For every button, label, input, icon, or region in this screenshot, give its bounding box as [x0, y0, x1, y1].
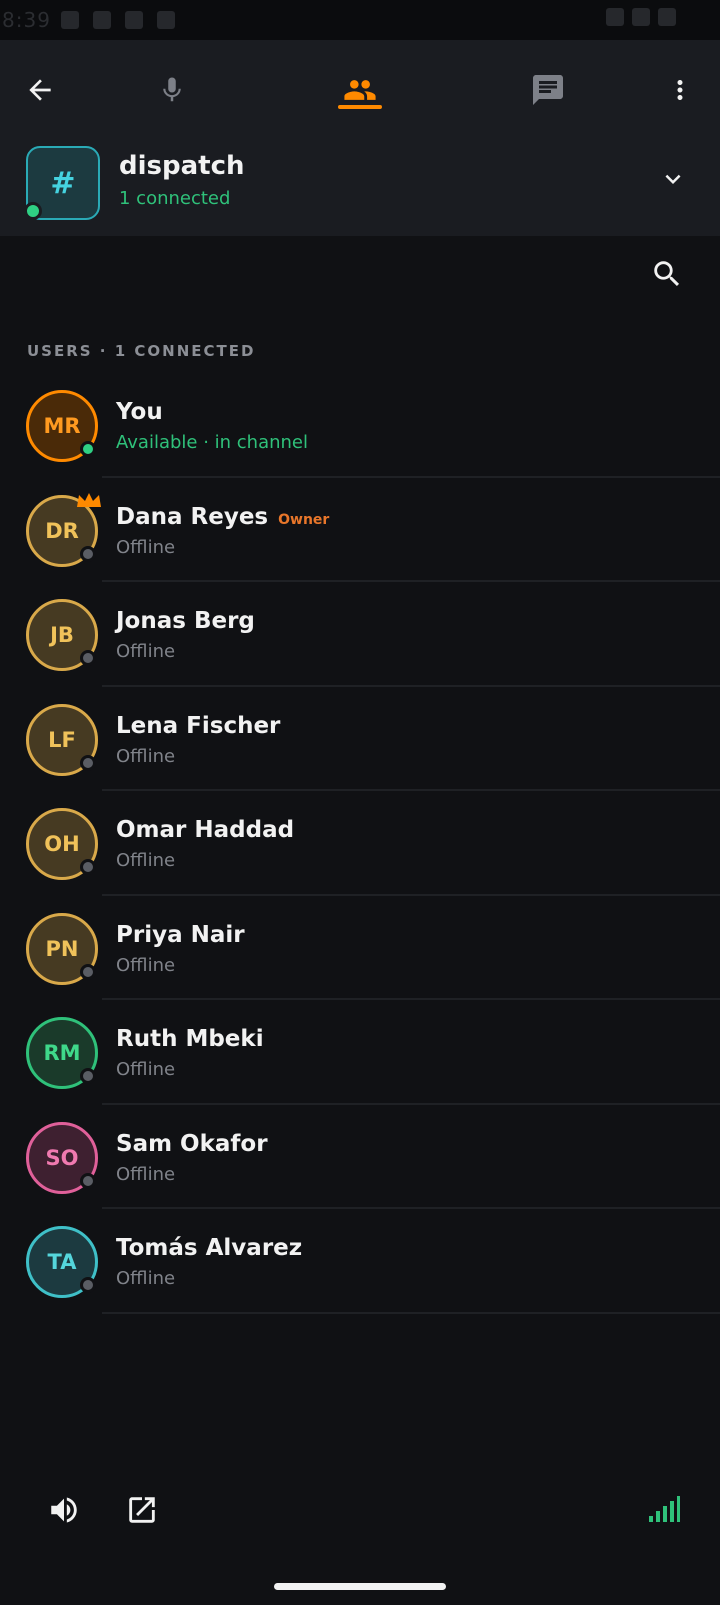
- speaker-icon: [51, 1497, 77, 1523]
- owner-badge: Owner: [278, 511, 330, 528]
- user-row[interactable]: RM Ruth Mbeki Offline: [0, 1000, 720, 1105]
- user-name: Sam Okafor: [116, 1130, 268, 1157]
- presence-dot: [80, 754, 96, 771]
- more-vert-icon: [677, 80, 683, 100]
- user-status: Offline: [116, 641, 176, 662]
- notification-icon: [92, 11, 111, 29]
- system-icons: [606, 8, 676, 26]
- home-indicator[interactable]: [274, 1583, 446, 1590]
- user-list: MR You Available · in channel DR Dana Re…: [0, 373, 720, 1314]
- user-status: Offline: [116, 954, 176, 976]
- more-options-button[interactable]: [650, 40, 710, 140]
- open-external-button[interactable]: [122, 1490, 162, 1530]
- expand-channel-button[interactable]: [658, 164, 688, 194]
- tab-users[interactable]: [330, 40, 390, 140]
- user-row[interactable]: PN Priya Nair Offline: [0, 896, 720, 1000]
- notification-icon: [60, 11, 79, 29]
- user-row[interactable]: DR Dana Reyes Owner Offline: [0, 478, 720, 582]
- user-name: Omar Haddad: [116, 817, 295, 843]
- chevron-down-icon: [665, 174, 681, 184]
- user-row[interactable]: OH Omar Haddad Offline: [0, 791, 720, 896]
- presence-dot: [80, 1277, 96, 1293]
- user-row[interactable]: JB Jonas Berg Offline: [0, 582, 720, 687]
- active-tab-indicator: [338, 105, 382, 109]
- presence-dot: [80, 545, 96, 562]
- user-name: Ruth Mbeki: [116, 1026, 264, 1052]
- chat-icon: [533, 75, 563, 105]
- divider: [102, 1311, 720, 1314]
- user-row[interactable]: LF Lena Fischer Offline: [0, 687, 720, 791]
- user-name: You: [116, 399, 163, 425]
- battery-icon: [658, 8, 676, 26]
- notification-icon: [124, 11, 143, 29]
- user-status: Offline: [116, 745, 176, 767]
- users-section-label: USERS · 1 CONNECTED: [27, 342, 256, 360]
- users-icon: [344, 80, 376, 100]
- channel-connected-count: 1 connected: [119, 188, 231, 209]
- user-row[interactable]: SO Sam Okafor Offline: [0, 1105, 720, 1209]
- user-status: Offline: [116, 850, 176, 871]
- cell-signal-icon: [632, 8, 650, 26]
- bottom-bar: [0, 1470, 720, 1550]
- user-name: Dana Reyes Owner: [116, 503, 330, 530]
- channel-name: dispatch: [119, 151, 245, 181]
- tab-chat[interactable]: [518, 40, 578, 140]
- presence-dot: [80, 1172, 96, 1189]
- arrow-back-icon: [29, 79, 51, 101]
- presence-dot: [80, 650, 96, 666]
- speaker-button[interactable]: [44, 1490, 84, 1530]
- mic-icon: [163, 77, 181, 102]
- user-row[interactable]: MR You Available · in channel: [0, 373, 720, 478]
- status-bar: 8:39: [0, 0, 720, 40]
- presence-dot: [80, 963, 96, 980]
- channel-status-dot: [24, 202, 42, 220]
- status-icons: [60, 11, 175, 29]
- user-status: Offline: [116, 1163, 176, 1185]
- user-name: Priya Nair: [116, 921, 245, 948]
- presence-dot: [80, 441, 96, 457]
- back-button[interactable]: [10, 40, 70, 140]
- user-row[interactable]: TA Tomás Alvarez Offline: [0, 1209, 720, 1314]
- status-time: 8:39: [2, 8, 51, 32]
- tab-voice[interactable]: [142, 40, 202, 140]
- user-status: Offline: [116, 1268, 176, 1289]
- presence-dot: [80, 859, 96, 875]
- user-status: Available · in channel: [116, 432, 308, 453]
- user-status: Offline: [116, 536, 176, 558]
- user-name: Tomás Alvarez: [116, 1235, 303, 1261]
- user-name: Jonas Berg: [116, 608, 255, 634]
- signal-icon: [649, 1496, 680, 1522]
- crown-icon: [77, 492, 101, 507]
- open-external-icon: [129, 1497, 155, 1523]
- presence-dot: [80, 1068, 96, 1084]
- wifi-icon: [606, 8, 624, 26]
- top-nav: [0, 40, 720, 140]
- user-name: Lena Fischer: [116, 712, 281, 739]
- hash-icon: #: [50, 165, 76, 201]
- channel-header[interactable]: # dispatch 1 connected: [0, 140, 720, 236]
- notification-icon: [156, 11, 175, 29]
- user-status: Offline: [116, 1059, 176, 1080]
- search-button[interactable]: [650, 257, 684, 291]
- search-icon: [654, 261, 680, 287]
- connection-quality: [644, 1490, 684, 1530]
